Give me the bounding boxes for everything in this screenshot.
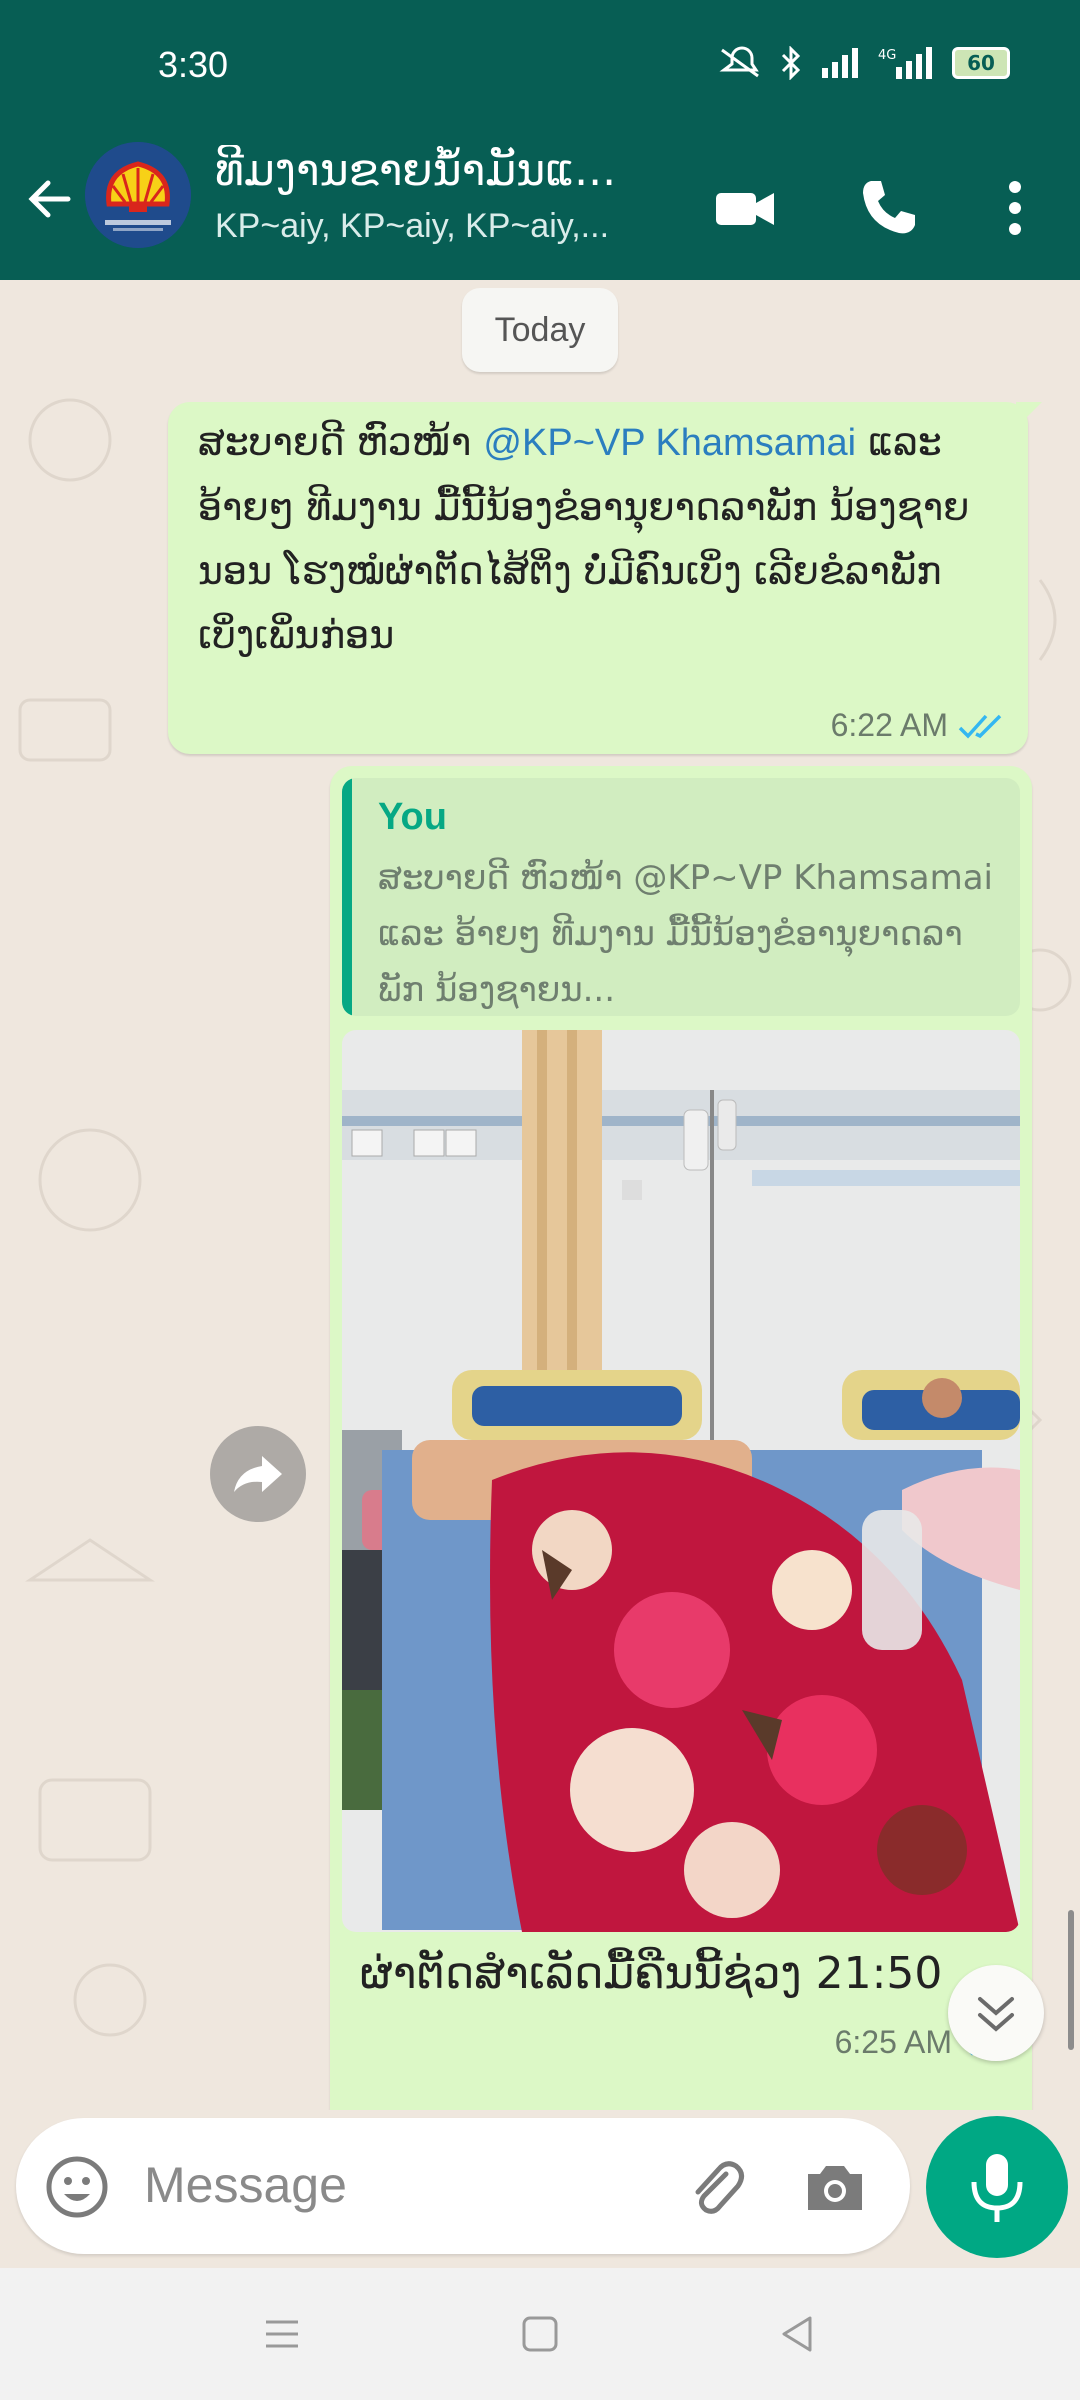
status-time: 3:30 [158, 44, 229, 85]
phone-icon[interactable] [853, 173, 923, 243]
quote-text: ສະບາຍດີ ຫົວໜ້າ @KP~VP Khamsamai ແລະ ອ້າຍ… [378, 858, 993, 1010]
double-check-icon [958, 714, 1002, 739]
mention-link[interactable]: @KP~VP Khamsamai [483, 422, 856, 464]
signal-icon [822, 48, 858, 78]
scrollbar-thumb[interactable] [1068, 1910, 1074, 2050]
system-nav-bar [0, 2268, 1080, 2400]
message-meta: 6:22 AM [831, 707, 1006, 744]
battery-indicator: 60 [952, 47, 1010, 79]
status-icons: 4G 60 [718, 46, 1010, 80]
quote-bar [342, 778, 352, 1016]
home-nav-icon[interactable] [520, 2314, 560, 2354]
mic-button[interactable] [926, 2116, 1068, 2258]
chat-title[interactable]: ທີມງານຂາຍນ້ຳມັນແ... [215, 145, 685, 196]
forward-button[interactable] [210, 1426, 306, 1522]
emoji-icon[interactable] [44, 2154, 110, 2220]
message-text-start: ສະບາຍດີ ຫົວໜ້າ [198, 420, 484, 464]
date-chip: Today [462, 288, 618, 372]
status-bar: 3:30 4G 60 [0, 0, 1080, 135]
svg-text:4G: 4G [878, 48, 896, 63]
message-text: ສະບາຍດີ ຫົວໜ້າ @KP~VP Khamsamai ແລະ ອ້າຍ… [198, 410, 998, 667]
message-composer[interactable]: Message [16, 2118, 910, 2254]
group-avatar[interactable] [85, 142, 191, 248]
arrow-left-icon[interactable] [20, 169, 80, 229]
back-nav-icon[interactable] [778, 2314, 818, 2354]
message-time: 6:22 AM [830, 707, 948, 743]
quote-author: You [378, 796, 447, 838]
forward-icon [234, 1456, 282, 1492]
chat-area[interactable]: Today ສະບາຍດີ ຫົວໜ້າ @KP~VP Khamsamai ແລ… [0, 280, 1080, 2110]
paperclip-icon[interactable] [680, 2152, 750, 2222]
more-vert-icon[interactable] [980, 173, 1050, 243]
chat-header: ທີມງານຂາຍນ້ຳມັນແ... KP~aiy, KP~aiy, KP~a… [0, 135, 1080, 280]
chat-participants[interactable]: KP~aiy, KP~aiy, KP~aiy,... [215, 207, 655, 246]
quoted-message[interactable]: You ສະບາຍດີ ຫົວໜ້າ @KP~VP Khamsamai ແລະ … [342, 778, 1020, 1016]
outgoing-message[interactable]: ສະບາຍດີ ຫົວໜ້າ @KP~VP Khamsamai ແລະ ອ້າຍ… [168, 402, 1042, 754]
camera-icon[interactable] [800, 2152, 870, 2222]
outgoing-image-message[interactable]: You ສະບາຍດີ ຫົວໜ້າ @KP~VP Khamsamai ແລະ … [330, 766, 1032, 2110]
message-photo[interactable] [342, 1030, 1020, 1932]
hospital-photo [342, 1030, 1020, 1932]
bubble-tail [1016, 402, 1042, 428]
video-call-icon[interactable] [710, 173, 780, 243]
shell-logo [85, 142, 191, 248]
menu-nav-icon[interactable] [262, 2314, 302, 2354]
mute-icon [719, 46, 759, 78]
signal-4g-icon: 4G [878, 47, 932, 79]
message-input[interactable]: Message [144, 2156, 347, 2214]
image-caption: ຜ່າຕັດສຳເລັດມື້ຄືນນີ້ຊ່ວງ 21:50 [360, 1948, 943, 1999]
scroll-to-bottom-button[interactable] [948, 1965, 1044, 2061]
message-time: 6:25 AM [834, 2024, 952, 2060]
bluetooth-icon [781, 46, 801, 80]
mic-icon [971, 2154, 1023, 2222]
chevron-double-down-icon [978, 1997, 1014, 2032]
